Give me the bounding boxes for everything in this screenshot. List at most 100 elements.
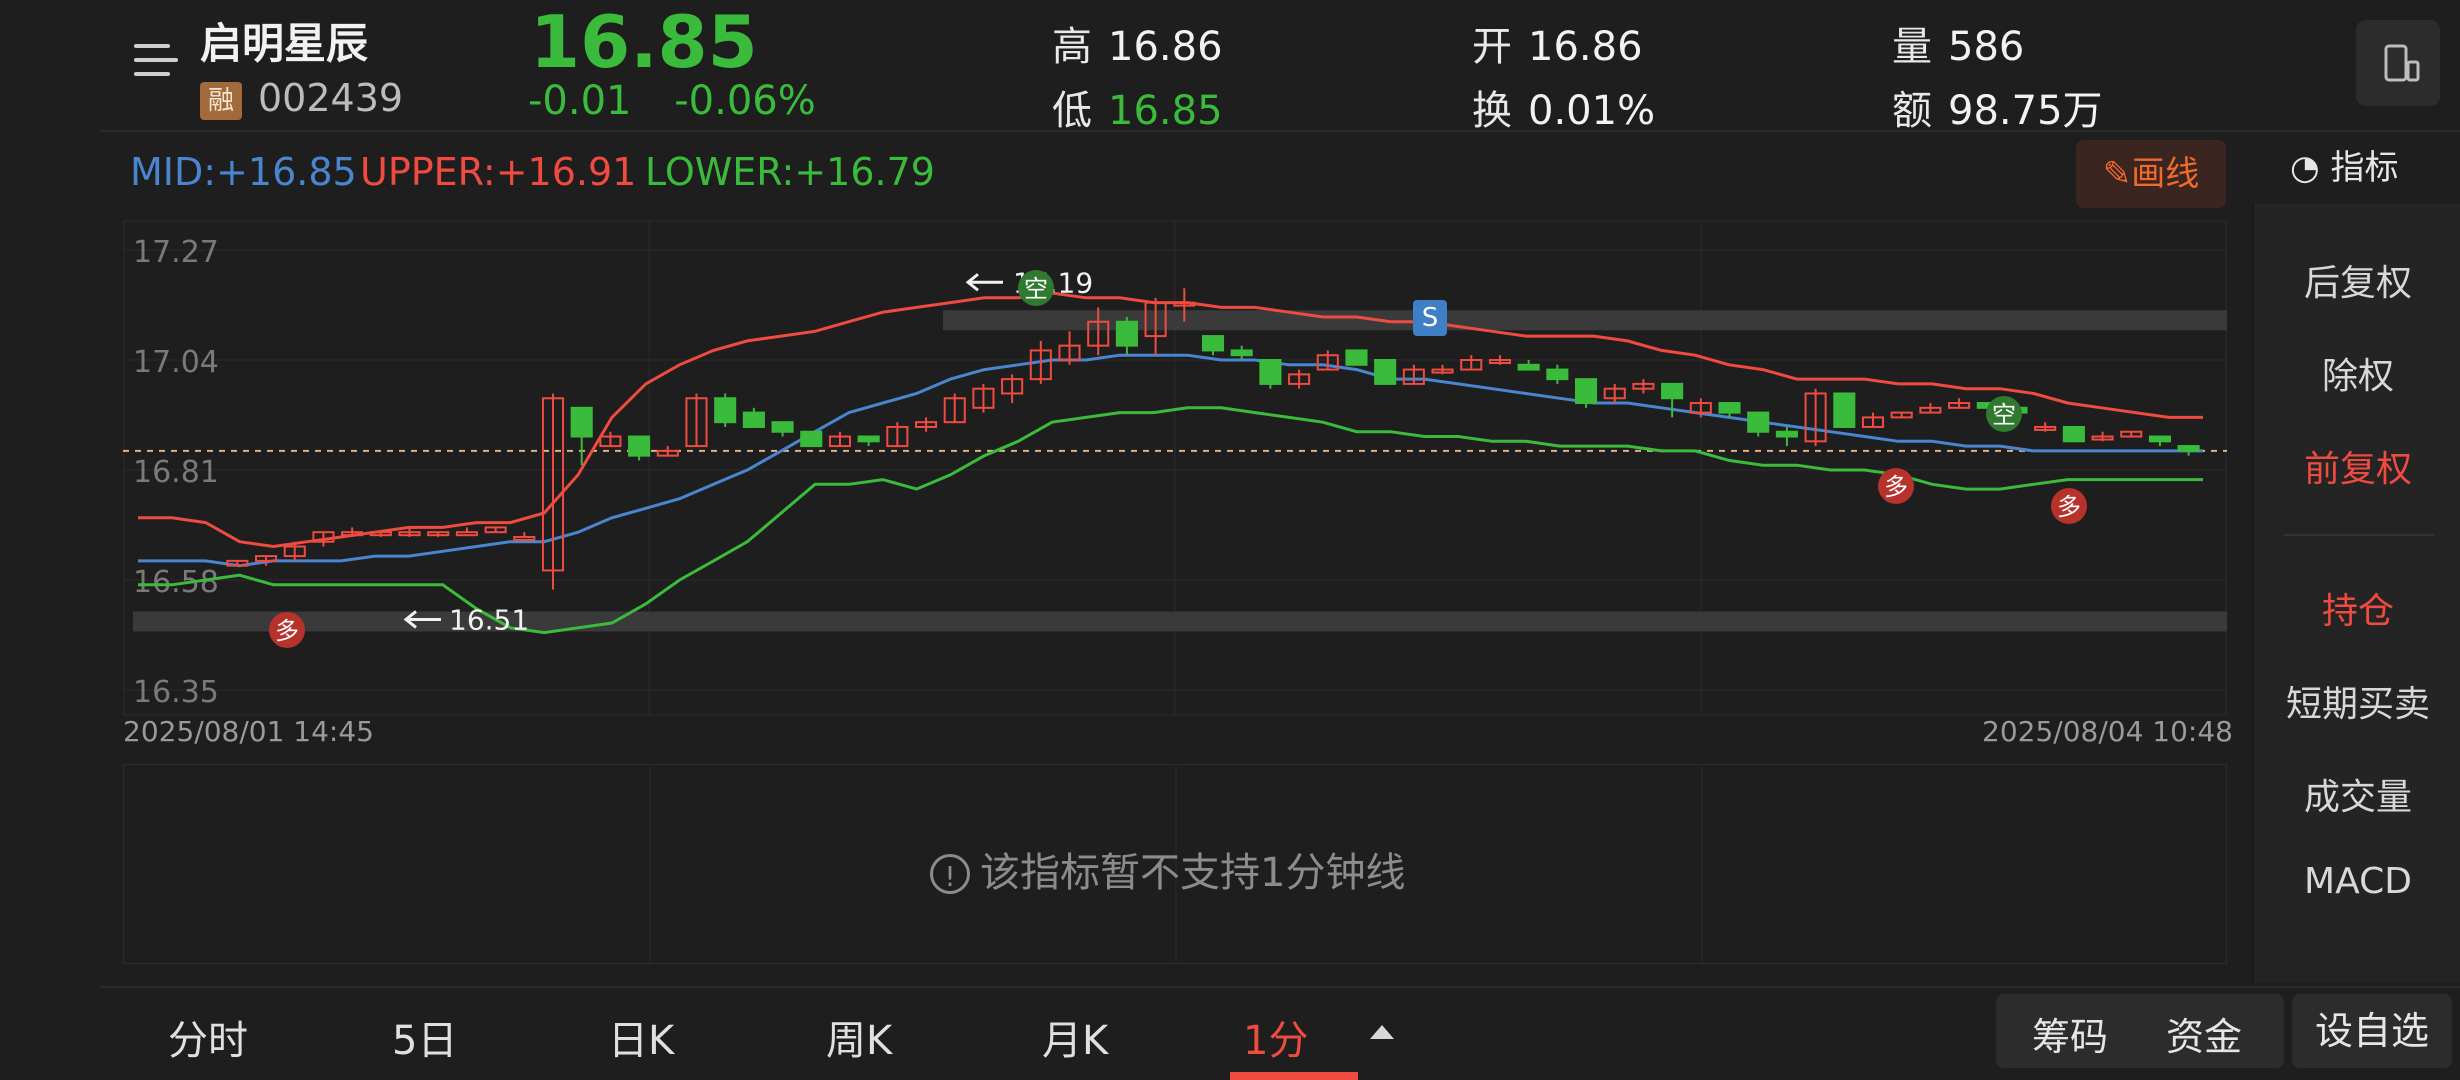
amount-label: 额 [1892,88,1932,134]
tab-5day[interactable]: 5日 [392,1008,457,1066]
side-item-position[interactable]: 持仓 [2254,582,2460,634]
y-tick-label: 16.81 [133,455,219,490]
funds-button[interactable]: 资金 [2166,1006,2242,1061]
candle-body [2148,435,2172,443]
min-price-label: 16.51 [449,603,529,636]
y-tick-label: 17.27 [133,235,219,270]
candle-body [1259,359,1282,385]
draw-line-label: 画线 [2131,154,2200,194]
stat-turnover: 换 0.01% [1472,78,1655,136]
change-percent: -0.06% [674,78,816,124]
change-value: -0.01 [528,78,632,124]
side-item-back-adjust[interactable]: 后复权 [2254,254,2460,306]
candle-body [714,397,737,424]
header-divider [100,130,2460,132]
chips-funds-group: 筹码 资金 [1996,994,2284,1068]
indicator-mid: MID:+16.85 [130,150,357,194]
start-time-label: 2025/08/01 14:45 [123,715,374,748]
low-label: 低 [1052,88,1092,134]
upper-band-line [138,291,2203,549]
price-change: -0.01 -0.06% [528,78,846,124]
candle-body [1575,378,1598,405]
phone-rotate-icon [2384,44,2420,82]
candle-body [1374,359,1397,385]
candle-body [1115,320,1138,347]
menu-icon[interactable] [128,38,178,88]
candle-body [513,535,536,541]
sell-marker: S [1422,303,1439,333]
tab-daily-k[interactable]: 日K [608,1008,674,1066]
candle-body [1775,430,1798,438]
candle-body [857,435,880,443]
candle-body [1201,335,1225,352]
active-tab-indicator [1230,1072,1358,1080]
candle-body [1833,392,1856,428]
stat-high: 高 16.86 [1052,14,1223,72]
end-time-label: 2025/08/04 10:48 [1982,715,2233,748]
candle-body [1661,382,1684,400]
side-item-forward-adjust[interactable]: 前复权 [2254,440,2460,492]
open-label: 开 [1472,24,1512,70]
short-signal-marker: 空 [1024,275,1048,303]
side-item-macd[interactable]: MACD [2254,861,2460,902]
caret-up-icon[interactable] [1370,1025,1394,1039]
info-icon: ! [930,854,970,894]
bottom-divider [100,986,2460,988]
tab-monthly-k[interactable]: 月K [1042,1008,1108,1066]
gauge-icon: ◔ [2290,148,2320,188]
unsupported-text: 该指标暂不支持1分钟线 [980,850,1406,896]
tab-1min[interactable]: 1分 [1243,1008,1308,1066]
high-value: 16.86 [1108,24,1223,70]
pencil-icon: ✎ [2102,154,2132,194]
y-tick-label: 17.04 [133,345,219,380]
landscape-toggle-button[interactable] [2356,20,2440,106]
stat-open: 开 16.86 [1472,14,1643,72]
turnover-value: 0.01% [1528,88,1656,134]
tab-intraday[interactable]: 分时 [168,1008,248,1066]
stat-low: 低 16.85 [1052,78,1223,136]
low-value: 16.85 [1108,88,1223,134]
candle-body [1546,368,1569,381]
long-signal-marker: 多 [1884,473,1908,501]
indicator-button[interactable]: ◔ 指标 [2290,140,2398,189]
stat-amount: 额 98.75万 [1892,78,2103,136]
y-tick-label: 16.58 [133,565,219,600]
add-watchlist-button[interactable]: 设自选 [2292,994,2452,1068]
support-band [133,611,2227,632]
side-item-ex-rights[interactable]: 除权 [2254,347,2460,399]
amount-value: 98.75万 [1948,88,2103,134]
indicator-lower: LOWER:+16.79 [645,150,935,194]
candle-body [455,531,478,537]
stat-volume: 量 586 [1892,14,2024,72]
margin-badge: 融 [200,82,242,120]
short-signal-marker: 空 [1992,401,2016,429]
candle-body [2177,445,2200,452]
candle-body [1345,349,1368,366]
draw-line-button[interactable]: ✎画线 [2076,140,2226,208]
high-label: 高 [1052,24,1092,70]
long-signal-marker: 多 [275,617,299,645]
candle-body [771,421,794,433]
current-price: 16.85 [530,0,758,84]
indicator-upper: UPPER:+16.91 [360,150,637,194]
candle-body [2062,425,2085,443]
indicator-label: 指标 [2330,148,2399,188]
side-item-volume[interactable]: 成交量 [2254,768,2460,820]
stock-name: 启明星辰 [200,19,369,68]
side-panel: 后复权 除权 前复权 持仓 短期买卖 成交量 MACD [2252,204,2460,982]
kline-chart[interactable]: 17.2717.0416.8116.5816.3517.1916.51多多多空空… [123,220,2227,716]
candle-body [570,406,593,438]
candle-body [742,411,765,428]
unsupported-message: ! 该指标暂不支持1分钟线 [930,840,1405,898]
stock-code: 002439 [258,76,404,120]
candle-body [800,430,823,448]
side-item-short-trade[interactable]: 短期买卖 [2254,675,2460,727]
side-divider [2284,534,2434,536]
volume-label: 量 [1892,24,1932,70]
chips-button[interactable]: 筹码 [2032,1006,2108,1061]
long-signal-marker: 多 [2057,493,2081,521]
candle-body [1718,402,1741,414]
open-value: 16.86 [1528,24,1643,70]
tab-weekly-k[interactable]: 周K [826,1008,892,1066]
turnover-label: 换 [1472,88,1512,134]
